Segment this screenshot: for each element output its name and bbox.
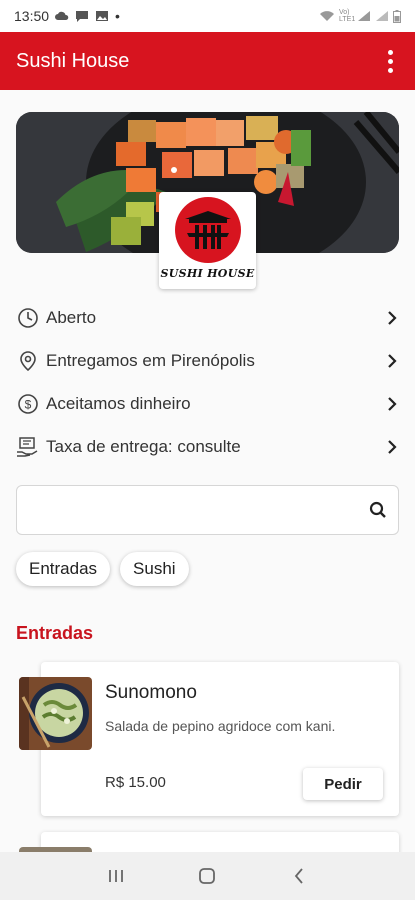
order-button[interactable]: Pedir [303, 768, 383, 800]
product-name: Sunomono [105, 682, 197, 703]
search-input[interactable] [17, 486, 358, 534]
product-image [19, 677, 92, 750]
product-card[interactable]: Sunomono Salada de pepino agridoce com k… [41, 662, 399, 816]
battery-icon [393, 9, 401, 23]
status-bar: 13:50 • Vo) LTE1 [0, 0, 415, 32]
pagoda-logo-icon [174, 197, 241, 263]
location-pin-icon [16, 349, 40, 373]
dollar-circle-icon: $ [16, 392, 40, 416]
info-label: Taxa de entrega: consulte [46, 436, 241, 456]
sunomono-photo [19, 677, 92, 750]
network-label: Vo) LTE1 [339, 9, 356, 23]
status-right: Vo) LTE1 [319, 9, 401, 23]
recent-apps-icon[interactable] [96, 856, 136, 896]
main-content[interactable]: SUSHI HOUSE Aberto Entregamos em Pirenóp… [0, 90, 415, 852]
logo-text: SUSHI HOUSE [160, 267, 255, 280]
info-label: Aceitamos dinheiro [46, 393, 191, 413]
status-time: 13:50 [14, 8, 50, 24]
signal-icon [358, 11, 370, 21]
info-row-delivery-area[interactable]: Entregamos em Pirenópolis [0, 339, 415, 382]
home-icon[interactable] [187, 856, 227, 896]
product-description: Salada de pepino agridoce com kani. [105, 718, 336, 734]
chevron-right-icon [385, 353, 399, 369]
wifi-icon [320, 11, 334, 21]
section-title: Entradas [16, 623, 94, 643]
delivery-fee-icon [16, 435, 40, 459]
image-notification-icon [96, 11, 109, 21]
restaurant-logo: SUSHI HOUSE [159, 192, 256, 289]
signal-2-icon [376, 11, 388, 21]
info-row-payment[interactable]: $ Aceitamos dinheiro [0, 382, 415, 425]
category-chips: Entradas Sushi [16, 552, 189, 586]
system-nav-bar [0, 852, 415, 900]
status-more-dot: • [115, 8, 120, 24]
app-title: Sushi House [16, 49, 130, 72]
chip-entradas[interactable]: Entradas [16, 552, 111, 586]
search-icon[interactable] [358, 490, 398, 530]
back-icon[interactable] [279, 856, 319, 896]
product-price: R$ 15.00 [105, 774, 166, 791]
more-options-icon[interactable] [381, 48, 399, 74]
product-card-next[interactable] [41, 832, 399, 852]
info-label: Entregamos em Pirenópolis [46, 350, 255, 370]
app-bar: Sushi House [0, 32, 415, 90]
status-left: 13:50 • [14, 8, 120, 24]
restaurant-info-list: Aberto Entregamos em Pirenópolis $ Aceit… [0, 296, 415, 468]
cloud-notification-icon [55, 11, 69, 20]
clock-icon [16, 306, 40, 330]
info-row-delivery-fee[interactable]: Taxa de entrega: consulte [0, 425, 415, 468]
search-box [16, 485, 399, 535]
chevron-right-icon [385, 439, 399, 455]
chip-sushi[interactable]: Sushi [120, 552, 189, 586]
info-row-opening[interactable]: Aberto [0, 296, 415, 339]
chevron-right-icon [385, 396, 399, 412]
message-notification-icon [76, 11, 89, 22]
svg-text:$: $ [25, 397, 32, 411]
info-label: Aberto [46, 307, 97, 327]
chevron-right-icon [385, 310, 399, 326]
